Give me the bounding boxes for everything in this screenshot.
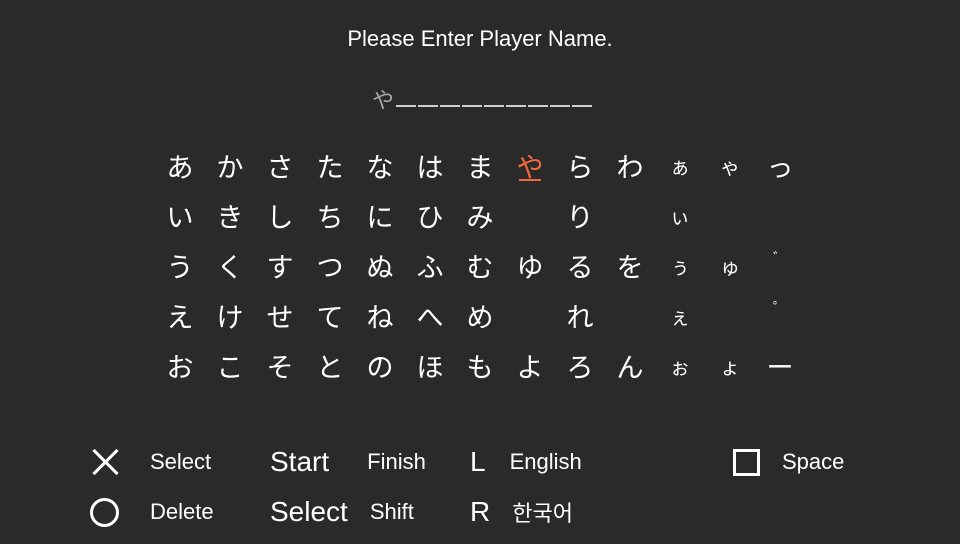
kana-key[interactable]: ぁ <box>655 140 705 190</box>
kana-key[interactable]: よ <box>505 340 555 390</box>
kana-key[interactable]: け <box>205 290 255 340</box>
start-action-label: Finish <box>367 449 426 474</box>
kana-key[interactable]: は <box>405 140 455 190</box>
kana-key[interactable]: ん <box>605 340 655 390</box>
kana-key[interactable]: し <box>255 190 305 240</box>
kana-key[interactable]: ぇ <box>655 290 705 340</box>
kana-key[interactable]: の <box>355 340 405 390</box>
circle-action-label: Delete <box>150 499 214 524</box>
kana-key[interactable]: り <box>555 190 605 240</box>
kana-key[interactable]: お <box>155 340 205 390</box>
control-korean: R 한국어 <box>470 494 573 530</box>
kana-empty-cell <box>705 290 755 340</box>
kana-key-selected[interactable]: や <box>505 140 555 190</box>
kana-key[interactable]: も <box>455 340 505 390</box>
l-action-label: English <box>509 449 582 474</box>
kana-empty-cell <box>505 190 555 240</box>
kana-key[interactable]: て <box>305 290 355 340</box>
kana-key[interactable]: れ <box>555 290 605 340</box>
kana-key[interactable]: ゛ <box>755 240 805 290</box>
kana-key[interactable]: せ <box>255 290 305 340</box>
cross-action-label: Select <box>150 449 212 474</box>
r-key-label: R <box>470 496 491 527</box>
kana-empty-cell <box>505 290 555 340</box>
kana-key[interactable]: た <box>305 140 355 190</box>
kana-key[interactable]: う <box>155 240 205 290</box>
square-action-label: Space <box>782 449 845 474</box>
kana-empty-cell <box>755 190 805 240</box>
kana-key[interactable]: か <box>205 140 255 190</box>
square-button-icon <box>733 448 760 476</box>
kana-key[interactable]: ぅ <box>655 240 705 290</box>
select-action-label: Shift <box>369 499 414 524</box>
name-blank-slot <box>572 105 592 107</box>
kana-key[interactable]: ほ <box>405 340 455 390</box>
kana-key[interactable]: ら <box>555 140 605 190</box>
l-key-label: L <box>470 446 486 477</box>
control-finish: Start Finish <box>270 444 426 480</box>
name-blank-slot <box>550 105 570 107</box>
kana-key[interactable]: く <box>205 240 255 290</box>
page-title: Please Enter Player Name. <box>347 26 613 51</box>
name-entered-text: や <box>372 89 395 114</box>
kana-key[interactable]: ぬ <box>355 240 405 290</box>
kana-key[interactable]: こ <box>205 340 255 390</box>
kana-empty-cell <box>705 190 755 240</box>
kana-empty-cell <box>605 290 655 340</box>
kana-key[interactable]: つ <box>305 240 355 290</box>
kana-key[interactable]: ゜ <box>755 290 805 340</box>
kana-key[interactable]: さ <box>255 140 305 190</box>
circle-button-icon <box>90 497 119 527</box>
kana-key[interactable]: ふ <box>405 240 455 290</box>
kana-key[interactable]: ょ <box>705 340 755 390</box>
kana-key[interactable]: ゃ <box>705 140 755 190</box>
kana-key[interactable]: ま <box>455 140 505 190</box>
name-blank-slot <box>484 105 504 107</box>
kana-key[interactable]: き <box>205 190 255 240</box>
control-delete: Delete <box>90 494 214 530</box>
kana-key[interactable]: そ <box>255 340 305 390</box>
kana-key[interactable]: を <box>605 240 655 290</box>
kana-key[interactable]: め <box>455 290 505 340</box>
kana-key[interactable]: ろ <box>555 340 605 390</box>
name-input[interactable]: や <box>372 84 594 116</box>
kana-key[interactable]: ゆ <box>505 240 555 290</box>
control-select: Select <box>90 444 211 480</box>
kana-key[interactable]: ー <box>755 340 805 390</box>
control-space: Space <box>733 444 844 480</box>
kana-empty-cell <box>605 190 655 240</box>
kana-key[interactable]: に <box>355 190 405 240</box>
kana-key[interactable]: す <box>255 240 305 290</box>
kana-key[interactable]: む <box>455 240 505 290</box>
cross-button-icon <box>90 447 120 477</box>
select-key-label: Select <box>270 496 348 527</box>
kana-key[interactable]: わ <box>605 140 655 190</box>
name-blank-slot <box>440 105 460 107</box>
kana-key[interactable]: ぉ <box>655 340 705 390</box>
kana-key[interactable]: る <box>555 240 605 290</box>
name-blank-slot <box>418 105 438 107</box>
start-key-label: Start <box>270 446 330 477</box>
kana-key[interactable]: ぃ <box>655 190 705 240</box>
kana-key[interactable]: み <box>455 190 505 240</box>
name-blank-slot <box>528 105 548 107</box>
control-english: L English <box>470 444 582 480</box>
kana-key[interactable]: ひ <box>405 190 455 240</box>
kana-key[interactable]: い <box>155 190 205 240</box>
kana-key[interactable]: な <box>355 140 405 190</box>
kana-key[interactable]: え <box>155 290 205 340</box>
name-blank-slot <box>462 105 482 107</box>
name-blank-slot <box>506 105 526 107</box>
name-blank-slot <box>396 105 416 107</box>
kana-key[interactable]: ね <box>355 290 405 340</box>
kana-key[interactable]: っ <box>755 140 805 190</box>
kana-key[interactable]: ち <box>305 190 355 240</box>
r-action-label: 한국어 <box>512 501 573 526</box>
kana-key[interactable]: ゅ <box>705 240 755 290</box>
kana-key[interactable]: あ <box>155 140 205 190</box>
kana-keyboard: あかさたなはまやらわぁゃっいきしちにひみりぃうくすつぬふむゆるをぅゅ゛えけせてね… <box>155 140 805 390</box>
kana-key[interactable]: へ <box>405 290 455 340</box>
kana-key[interactable]: と <box>305 340 355 390</box>
control-shift: Select Shift <box>270 494 414 530</box>
